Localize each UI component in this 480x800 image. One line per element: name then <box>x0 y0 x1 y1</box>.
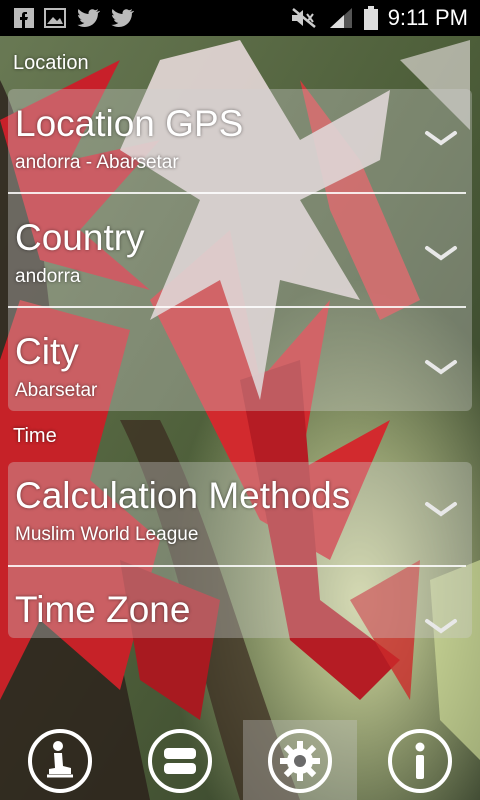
notification-icons <box>14 7 134 29</box>
setting-value: andorra <box>15 266 81 287</box>
twitter-icon <box>111 9 134 27</box>
info-icon <box>388 729 452 793</box>
section-header-time: Time <box>13 425 57 447</box>
setting-value: andorra - Abarsetar <box>15 152 179 173</box>
section-header-location: Location <box>13 52 89 74</box>
system-icons: 9:11 PM <box>290 4 468 32</box>
status-bar: 9:11 PM <box>0 0 480 36</box>
setting-location-gps[interactable]: Location GPS andorra - Abarsetar <box>8 89 472 192</box>
bottom-navigation <box>0 720 480 800</box>
mute-icon <box>291 8 316 28</box>
setting-title: City <box>15 331 79 372</box>
setting-title: Calculation Methods <box>15 475 351 516</box>
chevron-down-icon <box>425 246 457 261</box>
settings-content: Location Location GPS andorra - Abarseta… <box>0 36 480 800</box>
twitter-icon <box>77 9 100 27</box>
stack-icon <box>148 729 212 793</box>
battery-icon <box>363 6 378 30</box>
setting-calculation-methods[interactable]: Calculation Methods Muslim World League <box>8 462 472 565</box>
facebook-icon <box>14 8 34 28</box>
chevron-down-icon <box>425 619 457 634</box>
setting-value: Abarsetar <box>15 380 98 401</box>
setting-country[interactable]: Country andorra <box>8 194 472 306</box>
gallery-icon <box>44 8 66 28</box>
location-settings-card: Location GPS andorra - Abarsetar Country… <box>8 89 472 411</box>
nav-stack-button[interactable] <box>123 720 237 800</box>
setting-time-zone[interactable]: Time Zone <box>8 567 472 638</box>
chevron-down-icon <box>425 131 457 146</box>
prayer-icon <box>28 729 92 793</box>
chevron-down-icon <box>425 502 457 517</box>
setting-city[interactable]: City Abarsetar <box>8 308 472 411</box>
nav-info-button[interactable] <box>363 720 477 800</box>
time-settings-card: Calculation Methods Muslim World League … <box>8 462 472 638</box>
setting-title: Country <box>15 217 145 258</box>
signal-icon <box>329 8 352 28</box>
status-time: 9:11 PM <box>387 5 468 30</box>
setting-value: Muslim World League <box>15 524 199 545</box>
settings-gear-icon <box>268 729 332 793</box>
nav-settings-button[interactable] <box>243 720 357 800</box>
setting-title: Time Zone <box>15 589 191 630</box>
chevron-down-icon <box>425 360 457 375</box>
nav-prayer-button[interactable] <box>3 720 117 800</box>
setting-title: Location GPS <box>15 103 244 144</box>
